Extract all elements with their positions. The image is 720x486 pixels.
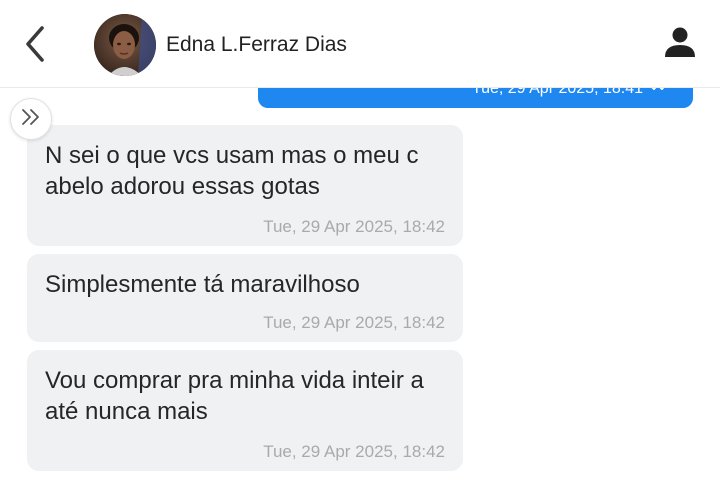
incoming-message-bubble[interactable]: N sei o que vcs usam mas o meu c abelo a… [27, 125, 463, 246]
scroll-button[interactable] [10, 98, 52, 140]
message-text: N sei o que vcs usam mas o meu c abelo a… [45, 142, 419, 200]
profile-button[interactable] [658, 22, 702, 66]
message-text: Simplesmente tá maravilhoso [45, 271, 360, 298]
incoming-message-bubble[interactable]: Vou comprar pra minha vida inteir a até … [27, 350, 463, 471]
message-timestamp: Tue, 29 Apr 2025, 18:42 [263, 217, 445, 236]
contact-name[interactable]: Edna L.Ferraz Dias [166, 33, 347, 57]
chevron-left-icon [24, 25, 46, 67]
person-icon [663, 25, 697, 64]
message-text: Vou comprar pra minha vida inteir a até … [45, 367, 424, 425]
chat-header: Edna L.Ferraz Dias [0, 0, 720, 88]
double-chevron-right-icon [19, 107, 43, 132]
incoming-message-bubble[interactable]: Simplesmente tá maravilhoso Tue, 29 Apr … [27, 254, 463, 342]
back-button[interactable] [18, 24, 52, 68]
message-timestamp: Tue, 29 Apr 2025, 18:42 [263, 442, 445, 461]
avatar[interactable] [94, 14, 156, 76]
chat-screen: Tue, 29 Apr 2025, 18:41 N sei o que vcs … [0, 0, 720, 486]
message-timestamp: Tue, 29 Apr 2025, 18:42 [263, 313, 445, 332]
